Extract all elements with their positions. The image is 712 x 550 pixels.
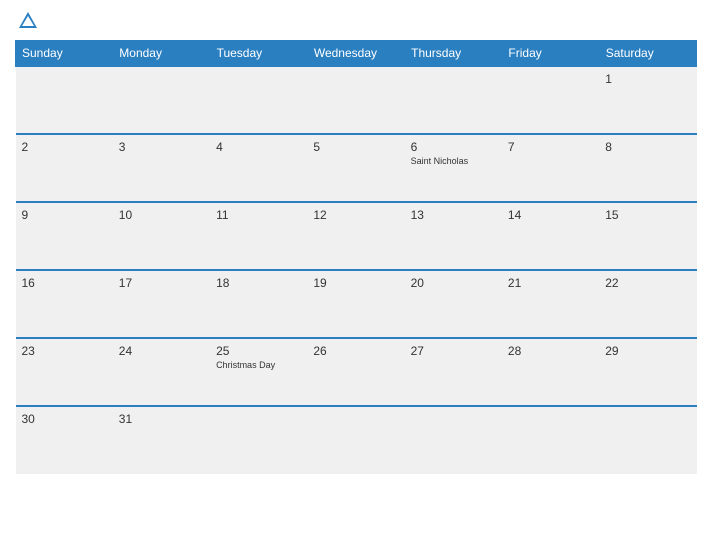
calendar-cell: 2 — [16, 134, 113, 202]
day-number: 27 — [411, 344, 496, 358]
calendar-header — [15, 10, 697, 32]
col-friday: Friday — [502, 41, 599, 67]
col-sunday: Sunday — [16, 41, 113, 67]
calendar-cell: 3 — [113, 134, 210, 202]
calendar-cell: 30 — [16, 406, 113, 474]
calendar-cell: 11 — [210, 202, 307, 270]
calendar-cell: 29 — [599, 338, 696, 406]
calendar-cell — [502, 406, 599, 474]
calendar-cell — [210, 66, 307, 134]
calendar-cell — [113, 66, 210, 134]
day-number: 12 — [313, 208, 398, 222]
calendar-cell: 8 — [599, 134, 696, 202]
calendar-week-5: 30 31 — [16, 406, 697, 474]
calendar-cell: 15 — [599, 202, 696, 270]
calendar-body: 123456Saint Nicholas78910111213141516171… — [16, 66, 697, 474]
day-number: 6 — [411, 140, 496, 154]
day-number: 28 — [508, 344, 593, 358]
calendar-cell — [405, 66, 502, 134]
calendar-cell: 24 — [113, 338, 210, 406]
day-number: 23 — [22, 344, 107, 358]
calendar-cell: 22 — [599, 270, 696, 338]
calendar-cell: 16 — [16, 270, 113, 338]
day-number: 1 — [605, 72, 690, 86]
calendar-container: Sunday Monday Tuesday Wednesday Thursday… — [0, 0, 712, 550]
day-number: 4 — [216, 140, 301, 154]
calendar-cell: 12 — [307, 202, 404, 270]
calendar-cell: 6 Saint Nicholas — [405, 134, 502, 202]
calendar-cell: 9 — [16, 202, 113, 270]
calendar-cell: 31 — [113, 406, 210, 474]
col-wednesday: Wednesday — [307, 41, 404, 67]
calendar-cell: 23 — [16, 338, 113, 406]
calendar-week-0: 1 — [16, 66, 697, 134]
day-number: 29 — [605, 344, 690, 358]
calendar-cell — [16, 66, 113, 134]
day-number: 7 — [508, 140, 593, 154]
calendar-cell: 5 — [307, 134, 404, 202]
logo — [15, 10, 39, 32]
day-number: 31 — [119, 412, 204, 426]
day-number: 15 — [605, 208, 690, 222]
day-number: 22 — [605, 276, 690, 290]
calendar-cell — [210, 406, 307, 474]
logo-icon — [17, 10, 39, 32]
day-number: 9 — [22, 208, 107, 222]
day-number: 19 — [313, 276, 398, 290]
calendar-cell: 19 — [307, 270, 404, 338]
calendar-cell: 20 — [405, 270, 502, 338]
calendar-week-3: 16 17 18 19 20 21 22 — [16, 270, 697, 338]
calendar-cell: 26 — [307, 338, 404, 406]
calendar-table: Sunday Monday Tuesday Wednesday Thursday… — [15, 40, 697, 474]
calendar-cell: 25 Christmas Day — [210, 338, 307, 406]
day-number: 5 — [313, 140, 398, 154]
day-number: 18 — [216, 276, 301, 290]
col-monday: Monday — [113, 41, 210, 67]
calendar-cell: 27 — [405, 338, 502, 406]
day-number: 2 — [22, 140, 107, 154]
calendar-cell: 10 — [113, 202, 210, 270]
calendar-header-row: Sunday Monday Tuesday Wednesday Thursday… — [16, 41, 697, 67]
col-saturday: Saturday — [599, 41, 696, 67]
calendar-cell: 18 — [210, 270, 307, 338]
calendar-cell: 13 — [405, 202, 502, 270]
day-number: 11 — [216, 208, 301, 222]
calendar-week-1: 23456 Saint Nicholas 78 — [16, 134, 697, 202]
calendar-cell: 17 — [113, 270, 210, 338]
calendar-week-4: 23 24 25 Christmas Day 26 27 28 29 — [16, 338, 697, 406]
calendar-cell: 28 — [502, 338, 599, 406]
day-number: 13 — [411, 208, 496, 222]
day-number: 3 — [119, 140, 204, 154]
day-number: 26 — [313, 344, 398, 358]
calendar-cell: 1 — [599, 66, 696, 134]
calendar-cell — [405, 406, 502, 474]
day-number: 21 — [508, 276, 593, 290]
holiday-name: Christmas Day — [216, 360, 301, 370]
day-number: 8 — [605, 140, 690, 154]
day-number: 16 — [22, 276, 107, 290]
holiday-name: Saint Nicholas — [411, 156, 496, 166]
calendar-cell: 14 — [502, 202, 599, 270]
day-number: 10 — [119, 208, 204, 222]
calendar-cell: 21 — [502, 270, 599, 338]
col-tuesday: Tuesday — [210, 41, 307, 67]
calendar-cell: 7 — [502, 134, 599, 202]
day-number: 20 — [411, 276, 496, 290]
calendar-week-2: 9 10 11 12 13 14 15 — [16, 202, 697, 270]
calendar-cell — [307, 66, 404, 134]
day-number: 17 — [119, 276, 204, 290]
day-number: 24 — [119, 344, 204, 358]
calendar-cell: 4 — [210, 134, 307, 202]
calendar-cell — [502, 66, 599, 134]
day-number: 25 — [216, 344, 301, 358]
day-number: 14 — [508, 208, 593, 222]
col-thursday: Thursday — [405, 41, 502, 67]
calendar-cell — [599, 406, 696, 474]
day-number: 30 — [22, 412, 107, 426]
calendar-cell — [307, 406, 404, 474]
